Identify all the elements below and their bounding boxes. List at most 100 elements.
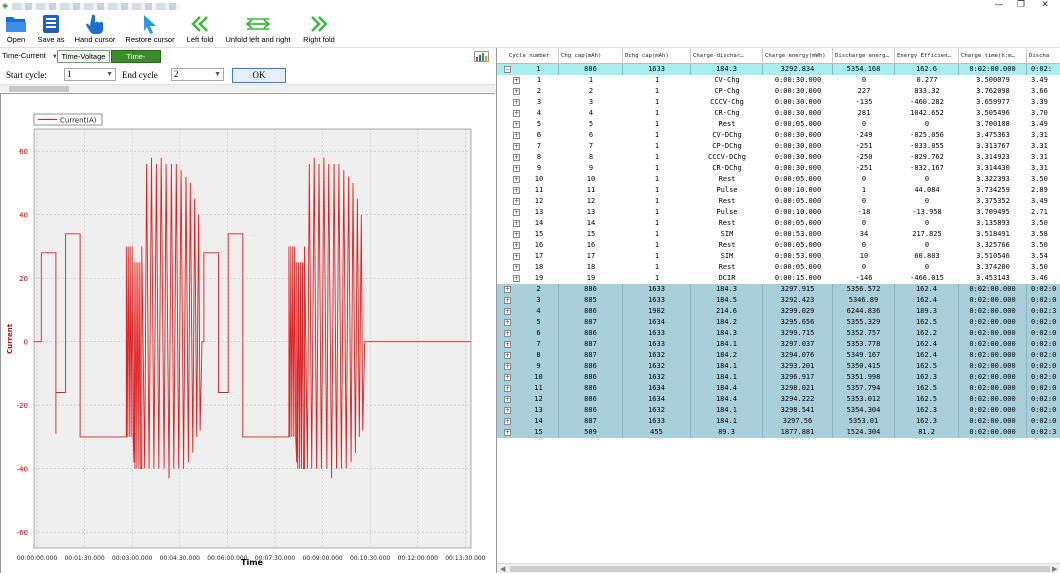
cycle-row[interactable]: +14 887 1633 184.1 3297.56 5353.01 162.3 0:02:0… [497,416,1060,427]
expand-icon[interactable]: + [504,297,511,304]
cycle-row[interactable]: +10 886 1632 184.1 3296.917 5351.998 162.3 0:02… [497,372,1060,383]
step-row[interactable]: +9 9 1 CR-DChg 0:00:30.000 -251 -832.167 3.3144… [497,163,1060,174]
expand-icon[interactable]: + [504,308,511,315]
grid-cell: 3293.201 [763,361,833,372]
cycle-row[interactable]: +12 886 1634 184.4 3294.222 5353.012 162.5 0:02… [497,394,1060,405]
column-header[interactable]: Energy Efficien… [895,48,959,64]
column-header[interactable]: Cycle number [507,48,559,64]
column-header[interactable]: Charge-dischar… [691,48,763,64]
step-row[interactable]: +5 5 1 Rest 0:00:05.000 0 0 3.700108 3.49 [497,119,1060,130]
ok-button[interactable]: OK [232,68,286,83]
grid-horizontal-scrollbar[interactable]: ◀ ▶ [497,563,1060,573]
grid-body[interactable]: −1 886 1633 184.3 3292.834 5354.168 162.6 0:02:… [497,64,1060,560]
expand-icon[interactable]: + [504,330,511,337]
step-row[interactable]: +19 19 1 DCIR 0:00:15.000 -146 -466.015 3.45314… [497,273,1060,284]
chart-horizontal-scrollbar[interactable] [0,84,495,92]
column-header[interactable]: Charge time(h:m… [959,48,1027,64]
cycle-row[interactable]: +9 886 1632 184.1 3293.201 5350.415 162.5 0:02:… [497,361,1060,372]
hand-cursor-button[interactable]: Hand cursor [73,13,117,47]
cycle-row[interactable]: +7 887 1633 184.1 3297.037 5353.778 162.4 0:02:… [497,339,1060,350]
grid-cell: 0:02:0 [1027,372,1060,383]
expand-icon[interactable]: + [504,396,511,403]
grid-cell: 184.1 [691,405,763,416]
expand-icon[interactable]: + [504,352,511,359]
step-row[interactable]: +13 13 1 Pulse 0:00:10.000 -18 -13.958 3.709495… [497,207,1060,218]
grid-cell: 3.518491 [976,230,1010,238]
step-row[interactable]: +8 8 1 CCCV-DChg 0:00:30.000 -250 -829.762 3.31… [497,152,1060,163]
step-row[interactable]: +6 6 1 CV-DChg 0:00:30.000 -249 -825.056 3.4753… [497,130,1060,141]
grid-cell: SIM [720,252,734,260]
grid-cell: 6 [519,328,559,339]
column-header[interactable]: Chg cap(mAh) [559,48,623,64]
scroll-right-icon[interactable]: ▶ [1052,564,1057,573]
tab-time-voltage[interactable]: Time-Voltage [57,50,110,63]
expand-icon[interactable]: + [504,385,511,392]
cycle-row[interactable]: +6 886 1633 184.3 3299.715 5352.757 162.2 0:02:… [497,328,1060,339]
column-header[interactable]: Charge energy(mWh) [763,48,833,64]
minimize-icon[interactable]: — [988,0,1010,12]
end-cycle-select[interactable]: 2 ▼ [171,68,224,81]
grid-cell: 3.325766 [976,241,1010,249]
expand-icon[interactable]: + [504,429,511,436]
scrollbar-thumb[interactable] [510,566,1050,572]
grid-cell: 3.54 [1031,252,1048,260]
grid-cell: 3.322393 [976,175,1010,183]
expand-icon[interactable]: + [504,319,511,326]
save-as-button[interactable]: Save as [36,13,66,47]
cycle-row[interactable]: −1 886 1633 184.3 3292.834 5354.168 162.6 0:02:… [497,64,1060,75]
chart-area[interactable]: 60 40 20 0 -20 -40 -60 00:00:00.000 00:01:30.000… [0,93,495,573]
step-row[interactable]: +14 14 1 Rest 0:00:05.000 0 0 3.135893 3.50 [497,218,1060,229]
cycle-row[interactable]: +13 886 1632 184.1 3298.541 5354.304 162.3 0:02… [497,405,1060,416]
expand-icon[interactable]: + [504,418,511,425]
grid-cell: 184.5 [691,295,763,306]
grid-cell: 162.4 [895,284,959,295]
right-fold-button[interactable]: Right fold [300,13,338,47]
step-row[interactable]: +17 17 1 SIM 0:00:53.000 10 60.803 3.510546 3.54 [497,251,1060,262]
column-header[interactable]: Discharge energ… [833,48,895,64]
restore-icon[interactable]: ❐ [1010,0,1032,12]
cycle-row[interactable]: +8 887 1632 184.2 3294.076 5349.167 162.4 0:02:… [497,350,1060,361]
grid-cell: 7 [536,142,542,150]
scrollbar-thumb[interactable] [9,86,69,92]
grid-cell: 217.825 [912,230,942,238]
cycle-row[interactable]: +5 887 1634 184.2 3295.656 5355.329 162.5 0:02:… [497,317,1060,328]
close-icon[interactable]: ✕ [1034,0,1056,12]
left-fold-button[interactable]: Left fold [184,13,216,47]
cycle-row[interactable]: +15 509 455 89.3 1877.881 1524.304 81.2 0:02:00… [497,427,1060,438]
column-header[interactable]: Dchg cap(mAh) [623,48,691,64]
expand-icon[interactable]: + [504,286,511,293]
step-row[interactable]: +11 11 1 Pulse 0:00:10.000 1 44.084 3.734259 2.8… [497,185,1060,196]
restore-cursor-button[interactable]: Restore cursor [124,13,176,47]
cycle-row[interactable]: +11 886 1634 184.4 3298.021 5357.794 162.5 0:02… [497,383,1060,394]
step-row[interactable]: +15 15 1 SIM 0:00:53.000 34 217.825 3.518491 3.5… [497,229,1060,240]
cycle-row[interactable]: +4 886 1902 214.6 3299.029 6244.836 189.3 0:02:… [497,306,1060,317]
expand-icon[interactable]: + [504,407,511,414]
step-row[interactable]: +4 4 1 CR-Chg 0:00:30.000 281 1042.652 3.505496… [497,108,1060,119]
start-cycle-select[interactable]: 1 ▼ [64,68,116,81]
scroll-left-icon[interactable]: ◀ [500,564,505,573]
expand-icon[interactable]: + [504,374,511,381]
grid-cell: 887 [559,317,623,328]
chart-export-icon[interactable] [474,51,489,62]
tab-time-current[interactable]: Time-Current [111,50,161,72]
collapse-icon[interactable]: − [504,66,511,73]
grid-cell: 1 [654,175,660,183]
step-row[interactable]: +2 2 1 CP-Chg 0:00:30.000 227 833.32 3.762098 3.… [497,86,1060,97]
view-select[interactable]: Time-Current ▼ [2,50,58,63]
expand-icon[interactable]: + [504,341,511,348]
step-row[interactable]: +18 18 1 Rest 0:00:05.000 0 0 3.374200 3.50 [497,262,1060,273]
column-header[interactable]: Discha [1027,48,1060,64]
cycle-row[interactable]: +2 886 1633 184.3 3297.915 5356.572 162.4 0:02:… [497,284,1060,295]
open-button[interactable]: Open [3,13,29,47]
step-row[interactable]: +12 12 1 Rest 0:00:05.000 0 0 3.375352 3.49 [497,196,1060,207]
step-row[interactable]: +1 1 1 CV-Chg 0:00:30.000 0 0.277 3.500079 3.49 [497,75,1060,86]
step-row[interactable]: +3 3 1 CCCV-Chg 0:00:30.000 -135 -460.282 3.659… [497,97,1060,108]
expand-icon[interactable]: + [504,363,511,370]
step-row[interactable]: +10 10 1 Rest 0:00:05.000 0 0 3.322393 3.50 [497,174,1060,185]
step-row[interactable]: +16 16 1 Rest 0:00:05.000 0 0 3.325766 3.50 [497,240,1060,251]
step-row[interactable]: +7 7 1 CP-DChg 0:00:30.000 -251 -833.055 3.3137… [497,141,1060,152]
unfold-button[interactable]: Unfold left and right [223,13,293,47]
cycle-row[interactable]: +3 885 1633 184.5 3292.423 5346.89 162.4 0:02:0… [497,295,1060,306]
grid-cell: 13 [586,208,596,216]
grid-cell: 3.50 [1031,175,1048,183]
